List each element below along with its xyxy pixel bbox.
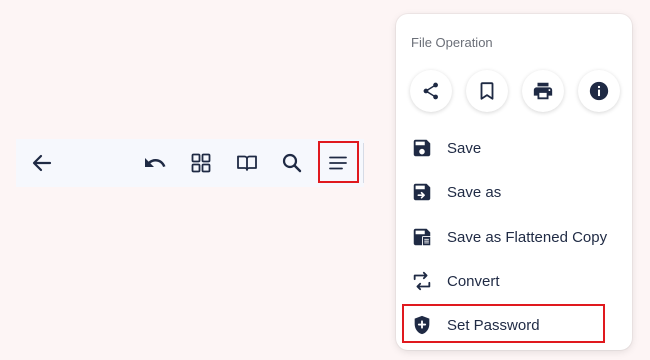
save-flattened-icon xyxy=(410,225,434,249)
bookmark-icon xyxy=(480,82,494,100)
save-icon xyxy=(410,136,434,160)
save-as-icon xyxy=(410,180,434,204)
print-icon xyxy=(533,82,553,100)
reading-mode-button[interactable] xyxy=(231,147,263,179)
menu-item-label: Save as Flattened Copy xyxy=(447,228,608,246)
share-icon xyxy=(423,82,438,100)
convert-icon xyxy=(410,269,434,293)
undo-icon xyxy=(145,158,166,167)
grid-icon xyxy=(191,153,211,173)
menu-item-label: Save as xyxy=(447,183,502,201)
menu-item-convert[interactable]: Convert xyxy=(396,261,632,301)
menu-item-label: Save xyxy=(447,139,482,157)
back-button[interactable] xyxy=(26,147,58,179)
menu-item-set-password[interactable]: Set Password xyxy=(396,305,632,345)
menu-item-save[interactable]: Save xyxy=(396,128,632,168)
menu-item-save-as[interactable]: Save as xyxy=(396,172,632,212)
undo-button[interactable] xyxy=(139,147,171,179)
info-icon xyxy=(589,81,609,101)
thumbnails-button[interactable] xyxy=(185,147,217,179)
search-icon xyxy=(282,153,302,173)
menu-icon xyxy=(329,156,347,170)
quick-actions xyxy=(410,70,620,112)
menu-item-label: Convert xyxy=(447,272,500,290)
toolbar xyxy=(16,139,364,187)
panel-title: File Operation xyxy=(411,35,493,50)
bookmark-button[interactable] xyxy=(466,70,508,112)
menu-item-save-flattened[interactable]: Save as Flattened Copy xyxy=(396,217,632,257)
toolbar-divider xyxy=(363,143,364,183)
shield-plus-icon xyxy=(410,313,434,337)
share-button[interactable] xyxy=(410,70,452,112)
print-button[interactable] xyxy=(522,70,564,112)
file-operation-panel: File Operation Save Save as Save as Flat… xyxy=(396,14,632,350)
menu-button[interactable] xyxy=(322,147,354,179)
info-button[interactable] xyxy=(578,70,620,112)
back-arrow-icon xyxy=(32,154,52,172)
book-icon xyxy=(237,155,257,171)
menu-item-label: Set Password xyxy=(447,316,540,334)
search-button[interactable] xyxy=(276,147,308,179)
